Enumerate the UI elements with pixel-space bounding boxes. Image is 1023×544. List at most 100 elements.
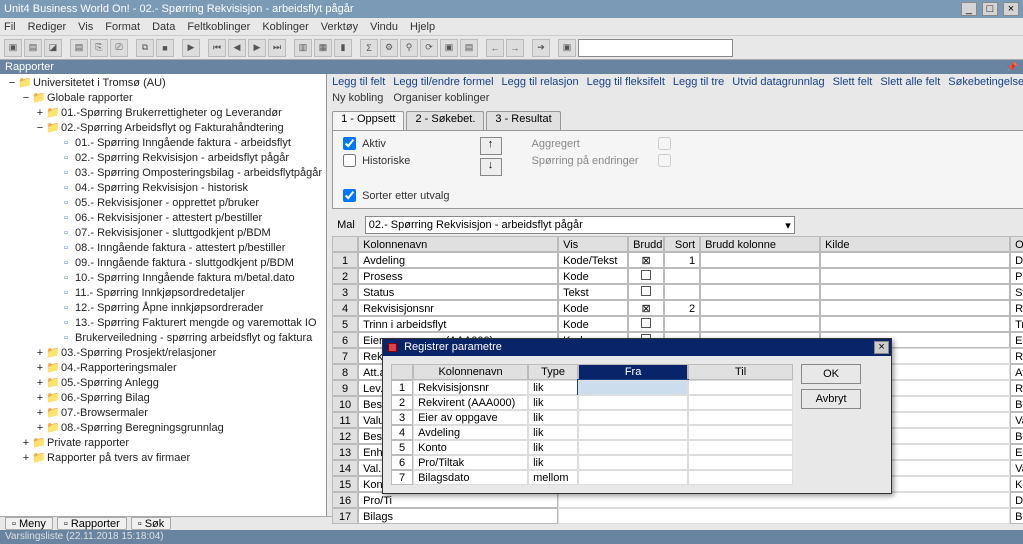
action-link[interactable]: Utvid datagrunnlag [732,76,824,90]
close-button[interactable]: × [1003,2,1019,16]
toolbar-btn[interactable]: ▶ [182,39,200,57]
action-link[interactable]: Slett alle felt [880,76,940,90]
tree-node[interactable]: ▫ 04.- Spørring Rekvisisjon - historisk [4,181,322,196]
grid-row[interactable]: 5 Trinn i arbeidsflytKode Trinn [332,316,1023,332]
toolbar-btn[interactable]: ⚲ [400,39,418,57]
mal-combo[interactable]: 02.- Spørring Rekvisisjon - arbeidsflyt … [365,216,795,234]
tree-node[interactable]: +📁 08.-Spørring Beregningsgrunnlag [4,421,322,436]
grid-row[interactable]: 1 AvdelingKode/Tekst ⊠ 1 Dim 1 [332,252,1023,268]
param-row[interactable]: 5 Konto lik [391,440,793,455]
action-link[interactable]: Ny kobling [332,92,383,108]
move-up-button[interactable]: ↑ [480,137,502,155]
action-link[interactable]: Legg til felt [332,76,385,90]
tree-node[interactable]: ▫ 06.- Rekvisisjoner - attestert p/besti… [4,211,322,226]
go-icon[interactable]: ➔ [532,39,550,57]
menu-item[interactable]: Format [105,21,140,33]
tree-node[interactable]: ▫ 11.- Spørring Innkjøpsordredetaljer [4,286,322,301]
menu-item[interactable]: Hjelp [410,21,435,33]
menu-item[interactable]: Verktøy [321,21,358,33]
bottom-tab[interactable]: ▫ Meny [5,517,53,530]
aktiv-check[interactable]: Aktiv [343,137,449,150]
toolbar-btn[interactable]: ▤ [460,39,478,57]
grid-row[interactable]: 2 ProsessKode Prosess [332,268,1023,284]
toolbar-combo[interactable] [578,39,733,57]
action-link[interactable]: Legg til/endre formel [393,76,493,90]
historiske-check[interactable]: Historiske [343,154,449,167]
param-row[interactable]: 7 Bilagsdato mellom [391,470,793,485]
action-link[interactable]: Organiser koblinger [393,92,489,108]
toolbar-btn[interactable]: ▣ [558,39,576,57]
toolbar-btn[interactable]: ▣ [4,39,22,57]
toolbar-btn[interactable]: ⧉ [136,39,154,57]
menu-item[interactable]: Vis [78,21,93,33]
tab[interactable]: 3 - Resultat [486,111,560,130]
tree-node[interactable]: ▫ 02.- Spørring Rekvisisjon - arbeidsfly… [4,151,322,166]
toolbar-btn[interactable]: ▥ [294,39,312,57]
sorter-check[interactable]: Sorter etter utvalg [343,189,449,202]
param-row[interactable]: 4 Avdeling lik [391,425,793,440]
action-link[interactable]: Legg til tre [673,76,724,90]
forward-icon[interactable]: → [506,39,524,57]
avbryt-button[interactable]: Avbryt [801,389,861,409]
tree-node[interactable]: +📁 01.-Spørring Brukerrettigheter og Lev… [4,106,322,121]
tree-node[interactable]: −📁 Universitetet i Tromsø (AU) [4,76,322,91]
last-icon[interactable]: ⏭ [268,39,286,57]
toolbar-btn[interactable]: ▦ [314,39,332,57]
action-link[interactable]: Legg til relasjon [502,76,579,90]
prev-icon[interactable]: ◀ [228,39,246,57]
tree-node[interactable]: −📁 02.-Spørring Arbeidsflyt og Fakturahå… [4,121,322,136]
action-link[interactable]: Legg til fleksifelt [587,76,665,90]
tree-node[interactable]: +📁 Private rapporter [4,436,322,451]
maximize-button[interactable]: □ [982,2,998,16]
toolbar-btn[interactable]: ⟳ [420,39,438,57]
tree-node[interactable]: ▫ 01.- Spørring Inngående faktura - arbe… [4,136,322,151]
sum-icon[interactable]: Σ [360,39,378,57]
toolbar-btn[interactable]: ▤ [70,39,88,57]
tree-node[interactable]: ▫ 05.- Rekvisisjoner - opprettet p/bruke… [4,196,322,211]
report-tree[interactable]: −📁 Universitetet i Tromsø (AU)−📁 Globale… [0,74,326,516]
menu-item[interactable]: Fil [4,21,16,33]
tree-node[interactable]: ▫ 07.- Rekvisisjoner - sluttgodkjent p/B… [4,226,322,241]
tree-node[interactable]: +📁 05.-Spørring Anlegg [4,376,322,391]
minimize-button[interactable]: _ [961,2,977,16]
pin-icon[interactable]: 📌 [1007,60,1018,74]
tree-node[interactable]: +📁 03.-Spørring Prosjekt/relasjoner [4,346,322,361]
tree-node[interactable]: ▫ 08.- Inngående faktura - attestert p/b… [4,241,322,256]
grid-row[interactable]: 4 RekvisisjonsnrKode ⊠ 2 Rekvisisjonsnr. [332,300,1023,316]
action-link[interactable]: Søkebetingelser [948,76,1023,90]
tree-node[interactable]: ▫ 12.- Spørring Åpne innkjøpsordrerader [4,301,322,316]
toolbar-btn[interactable]: ⎘ [90,39,108,57]
menu-item[interactable]: Rediger [28,21,67,33]
action-link[interactable]: Slett felt [833,76,873,90]
toolbar-btn[interactable]: ⚙ [380,39,398,57]
grid-row[interactable]: 16 Pro/TiDim 2 [332,492,1023,508]
tab[interactable]: 1 - Oppsett [332,111,404,130]
tree-node[interactable]: ▫ 09.- Inngående faktura - sluttgodkjent… [4,256,322,271]
tree-node[interactable]: +📁 07.-Browsermaler [4,406,322,421]
tab[interactable]: 2 - Søkebet. [406,111,484,130]
param-row[interactable]: 3 Eier av oppgave (AAA0 lik [391,410,793,425]
tree-node[interactable]: +📁 Rapporter på tvers av firmaer [4,451,322,466]
ok-button[interactable]: OK [801,364,861,384]
toolbar-btn[interactable]: ■ [156,39,174,57]
toolbar-btn[interactable]: ◪ [44,39,62,57]
bottom-tab[interactable]: ▫ Søk [131,517,172,530]
toolbar-btn[interactable]: ▣ [440,39,458,57]
move-down-button[interactable]: ↓ [480,158,502,176]
toolbar-btn[interactable]: ⎚ [110,39,128,57]
grid-row[interactable]: 17 BilagsBilagsdato [332,508,1023,524]
tree-node[interactable]: ▫ 03.- Spørring Omposteringsbilag - arbe… [4,166,322,181]
dialog-close-button[interactable]: × [874,341,889,354]
menu-item[interactable]: Vindu [370,21,398,33]
tree-node[interactable]: +📁 06.-Spørring Bilag [4,391,322,406]
tree-node[interactable]: ▫ 13.- Spørring Fakturert mengde og vare… [4,316,322,331]
tree-node[interactable]: ▫ Brukerveiledning - spørring arbeidsfly… [4,331,322,346]
menu-item[interactable]: Data [152,21,175,33]
first-icon[interactable]: ⏮ [208,39,226,57]
param-row[interactable]: 2 Rekvirent (AAA000) lik [391,395,793,410]
tree-node[interactable]: +📁 04.-Rapporteringsmaler [4,361,322,376]
grid-row[interactable]: 3 StatusTekst Status arbeidsflyt [332,284,1023,300]
tree-node[interactable]: −📁 Globale rapporter [4,91,322,106]
param-row[interactable]: 1 Rekvisisjonsnr lik [391,380,793,395]
toolbar-btn[interactable]: ▤ [24,39,42,57]
